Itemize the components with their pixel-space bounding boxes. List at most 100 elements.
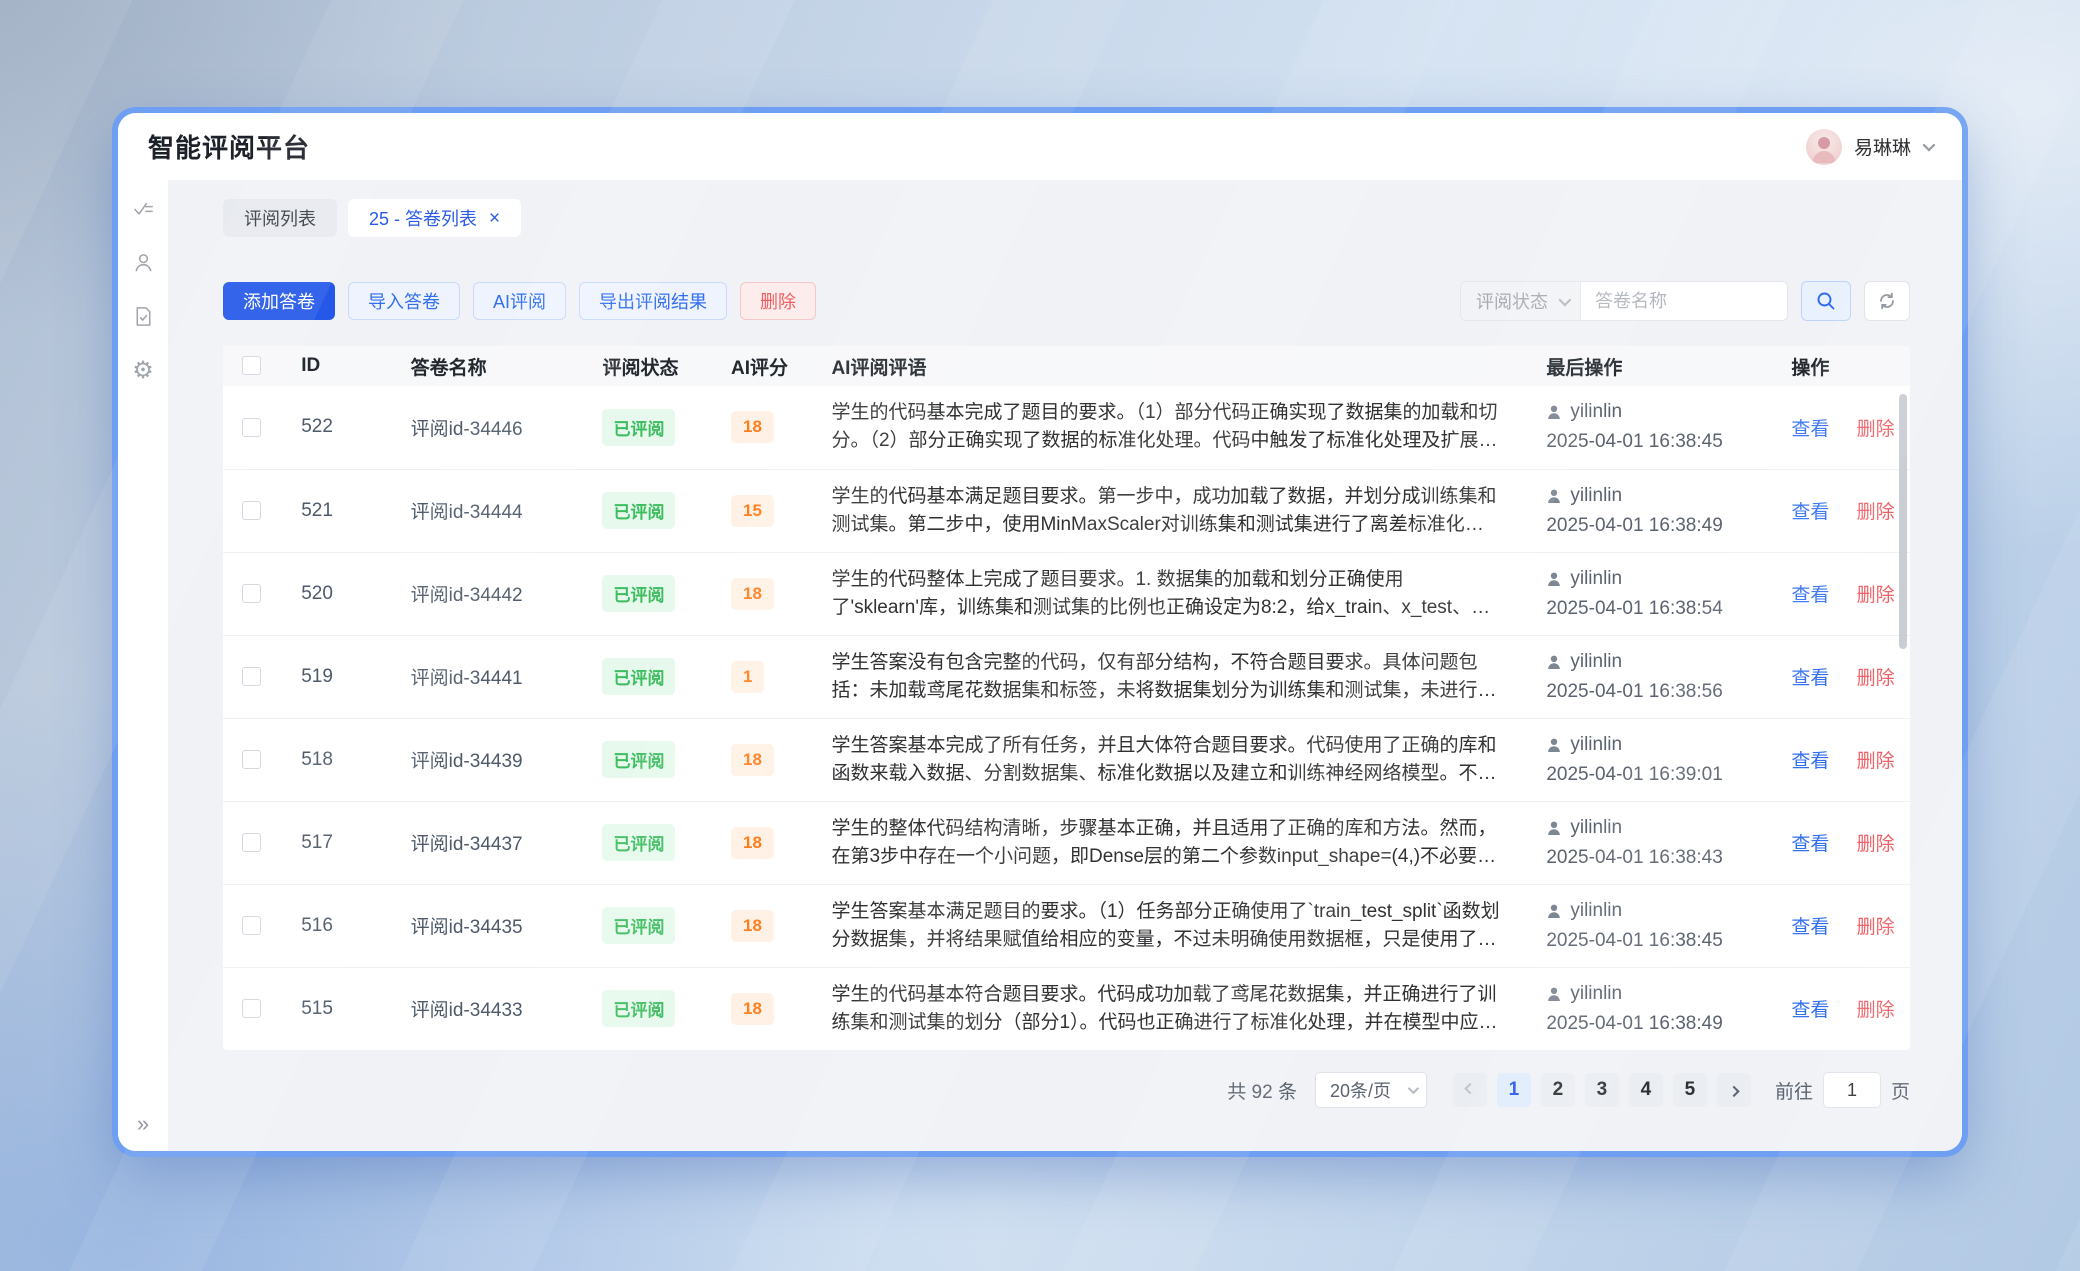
- row-id: 515: [279, 967, 383, 1050]
- refresh-button[interactable]: [1864, 281, 1910, 321]
- delete-button[interactable]: 删除: [740, 282, 816, 320]
- row-checkbox[interactable]: [242, 584, 261, 603]
- row-comment: 学生的整体代码结构清晰，步骤基本正确，并且适用了正确的库和方法。然而，在第3步中…: [831, 815, 1500, 871]
- person-icon: [1546, 654, 1562, 670]
- goto-page-input[interactable]: [1823, 1072, 1881, 1108]
- row-checkbox[interactable]: [242, 501, 261, 520]
- row-comment: 学生答案没有包含完整的代码，仅有部分结构，不符合题目要求。具体问题包括：未加载鸢…: [831, 649, 1500, 705]
- page-button[interactable]: 2: [1541, 1073, 1575, 1107]
- page-button[interactable]: 1: [1497, 1073, 1531, 1107]
- row-comment: 学生的代码基本符合题目要求。代码成功加载了鸢尾花数据集，并正确进行了训练集和测试…: [831, 981, 1500, 1037]
- prev-page-button[interactable]: [1453, 1073, 1487, 1107]
- score-badge: 18: [731, 993, 774, 1025]
- table-row: 522 评阅id-34446 已评阅 18 学生的代码基本完成了题目的要求。（1…: [223, 386, 1910, 469]
- view-link[interactable]: 查看: [1791, 917, 1829, 938]
- answer-name-input[interactable]: [1581, 282, 1787, 320]
- page-button[interactable]: 3: [1585, 1073, 1619, 1107]
- delete-link[interactable]: 删除: [1857, 502, 1895, 523]
- status-badge: 已评阅: [602, 658, 675, 695]
- row-checkbox[interactable]: [242, 418, 261, 437]
- status-badge: 已评阅: [602, 575, 675, 612]
- header-id: ID: [279, 346, 383, 386]
- collapse-sidebar-icon[interactable]: »: [118, 1111, 168, 1137]
- row-checkbox[interactable]: [242, 833, 261, 852]
- delete-link[interactable]: 删除: [1857, 1000, 1895, 1021]
- page-size-select[interactable]: 20条/页: [1315, 1072, 1427, 1108]
- tab-review-list[interactable]: 评阅列表: [223, 199, 337, 237]
- import-answer-button[interactable]: 导入答卷: [348, 282, 460, 320]
- row-checkbox[interactable]: [242, 999, 261, 1018]
- delete-link[interactable]: 删除: [1857, 751, 1895, 772]
- view-link[interactable]: 查看: [1791, 585, 1829, 606]
- person-icon: [1546, 404, 1562, 420]
- search-button[interactable]: [1801, 281, 1851, 321]
- sidebar-item-papers[interactable]: [131, 304, 155, 328]
- row-operator: yilinlin: [1570, 983, 1622, 1005]
- status-badge: 已评阅: [602, 990, 675, 1027]
- tab-answer-list[interactable]: 25 - 答卷列表 ×: [348, 199, 521, 237]
- view-link[interactable]: 查看: [1791, 419, 1829, 440]
- view-link[interactable]: 查看: [1791, 751, 1829, 772]
- row-time: 2025-04-01 16:38:54: [1546, 598, 1767, 620]
- person-icon: [1546, 820, 1562, 836]
- header-score: AI评分: [719, 346, 823, 386]
- close-icon[interactable]: ×: [489, 209, 500, 228]
- score-badge: 18: [731, 744, 774, 776]
- goto-page: 前往 页: [1775, 1072, 1910, 1108]
- score-badge: 18: [731, 910, 774, 942]
- view-link[interactable]: 查看: [1791, 1000, 1829, 1021]
- delete-link[interactable]: 删除: [1857, 834, 1895, 855]
- next-page-button[interactable]: [1717, 1073, 1751, 1107]
- score-badge: 18: [731, 411, 774, 443]
- score-badge: 18: [731, 578, 774, 610]
- row-checkbox[interactable]: [242, 916, 261, 935]
- sidebar-item-review-list[interactable]: [131, 196, 155, 220]
- row-checkbox[interactable]: [242, 667, 261, 686]
- answers-table: ID 答卷名称 评阅状态 AI评分 AI评阅评语 最后操作 操作 522 评阅i…: [223, 346, 1910, 1050]
- delete-link[interactable]: 删除: [1857, 419, 1895, 440]
- page-button[interactable]: 4: [1629, 1073, 1663, 1107]
- row-time: 2025-04-01 16:38:49: [1546, 1013, 1767, 1035]
- user-name: 易琳琳: [1854, 133, 1911, 160]
- pagination: 共 92 条 20条/页 1 2 3 4 5 前往 页: [223, 1072, 1910, 1128]
- status-badge: 已评阅: [602, 741, 675, 778]
- delete-link[interactable]: 删除: [1857, 917, 1895, 938]
- view-link[interactable]: 查看: [1791, 668, 1829, 689]
- desktop-background: 智能评阅平台 易琳琳 ⚙: [0, 0, 2080, 1271]
- status-select-placeholder: 评阅状态: [1476, 288, 1548, 314]
- person-icon: [1546, 571, 1562, 587]
- add-answer-button[interactable]: 添加答卷: [223, 282, 335, 320]
- refresh-icon: [1876, 290, 1898, 312]
- row-operator: yilinlin: [1570, 817, 1622, 839]
- export-results-button[interactable]: 导出评阅结果: [579, 282, 727, 320]
- table-body: 522 评阅id-34446 已评阅 18 学生的代码基本完成了题目的要求。（1…: [223, 386, 1910, 1050]
- scrollbar[interactable]: [1899, 394, 1907, 649]
- total-count: 共 92 条: [1227, 1077, 1297, 1104]
- sidebar-item-users[interactable]: [131, 250, 155, 274]
- status-badge: 已评阅: [602, 907, 675, 944]
- ai-review-button[interactable]: AI评阅: [473, 282, 566, 320]
- filter-combo: 评阅状态: [1460, 281, 1788, 321]
- row-checkbox[interactable]: [242, 750, 261, 769]
- app-header: 智能评阅平台 易琳琳: [118, 113, 1962, 180]
- row-time: 2025-04-01 16:38:45: [1546, 930, 1767, 952]
- user-menu[interactable]: 易琳琳: [1806, 129, 1932, 165]
- view-link[interactable]: 查看: [1791, 834, 1829, 855]
- score-badge: 1: [731, 661, 764, 693]
- page-button[interactable]: 5: [1673, 1073, 1707, 1107]
- select-all-checkbox[interactable]: [242, 356, 261, 375]
- row-time: 2025-04-01 16:38:43: [1546, 847, 1767, 869]
- table-row: 516 评阅id-34435 已评阅 18 学生答案基本满足题目的要求。（1）任…: [223, 884, 1910, 967]
- chevron-down-icon: [1559, 293, 1572, 306]
- header-name: 答卷名称: [384, 346, 591, 386]
- header-status: 评阅状态: [590, 346, 719, 386]
- row-time: 2025-04-01 16:38:56: [1546, 681, 1767, 703]
- view-link[interactable]: 查看: [1791, 502, 1829, 523]
- row-id: 520: [279, 552, 383, 635]
- status-badge: 已评阅: [602, 409, 675, 446]
- sidebar-item-settings[interactable]: ⚙: [131, 358, 155, 382]
- delete-link[interactable]: 删除: [1857, 585, 1895, 606]
- review-status-select[interactable]: 评阅状态: [1461, 282, 1581, 320]
- delete-link[interactable]: 删除: [1857, 668, 1895, 689]
- row-name: 评阅id-34442: [384, 552, 591, 635]
